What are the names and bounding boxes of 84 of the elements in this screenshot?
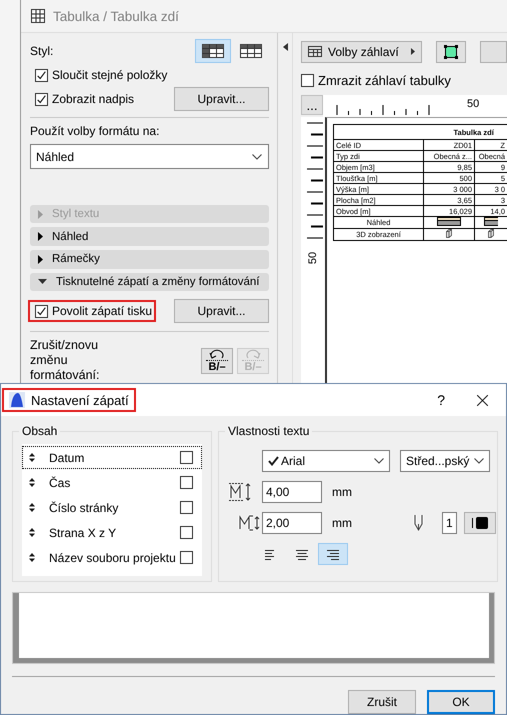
- apply-dropdown[interactable]: Náhled: [30, 144, 269, 169]
- table-style-icon: [240, 44, 262, 58]
- edit-button[interactable]: Upravit...: [174, 87, 269, 112]
- checkbox[interactable]: [180, 526, 193, 539]
- table-style-icon: [202, 44, 224, 58]
- checkbox[interactable]: [180, 476, 193, 489]
- dialog-title: Nastavení zápatí: [31, 392, 129, 408]
- checkbox-label[interactable]: Zobrazit nadpis: [52, 92, 134, 106]
- align-right-button[interactable]: [318, 543, 348, 565]
- expanded-triangle-icon: [38, 279, 47, 284]
- checkbox-label[interactable]: Sloučit stejné položky: [52, 68, 168, 82]
- group-title: Vlastnosti textu: [227, 424, 310, 438]
- checkbox-label[interactable]: Povolit zápatí tisku: [52, 304, 152, 318]
- pen-color-icon: [470, 516, 489, 530]
- edit-button[interactable]: Upravit...: [174, 299, 269, 324]
- checkbox[interactable]: [35, 304, 48, 318]
- collapse-arrow-icon[interactable]: [282, 43, 288, 51]
- unit-label: mm: [332, 485, 353, 499]
- wall-3d-icon: [446, 229, 452, 238]
- reorder-icon[interactable]: [29, 503, 35, 512]
- list-item[interactable]: Strana X z Y: [22, 521, 202, 544]
- undo-arrow-icon: [208, 348, 226, 360]
- select-frame-button[interactable]: [436, 40, 466, 62]
- submenu-arrow-icon: [410, 48, 415, 55]
- field-label: Styl:: [30, 44, 54, 58]
- section-header[interactable]: Náhled: [30, 227, 269, 246]
- header-options-button[interactable]: Volby záhlaví: [301, 40, 422, 62]
- cancel-button[interactable]: Zrušit: [348, 690, 416, 714]
- wall-preview-icon: [437, 217, 461, 226]
- collapsed-triangle-icon: [38, 210, 43, 219]
- section-header[interactable]: Tisknutelné zápatí a změny formátování: [30, 272, 269, 292]
- unit-label: mm: [332, 516, 353, 530]
- width-field[interactable]: 2,00: [262, 512, 322, 534]
- collapsed-triangle-icon: [38, 232, 43, 242]
- align-right-icon: [326, 548, 340, 560]
- pen-icon: [414, 515, 422, 531]
- ruler-label: 50: [307, 252, 319, 264]
- checkbox[interactable]: [35, 92, 48, 106]
- checkbox[interactable]: [35, 68, 48, 82]
- text-width-icon: [238, 514, 262, 532]
- checkbox[interactable]: [180, 501, 193, 514]
- field-label: Použít volby formátu na:: [30, 124, 160, 138]
- checkmark-icon: [268, 456, 279, 466]
- chevron-down-icon: [252, 154, 262, 160]
- pen-field[interactable]: 1: [442, 512, 457, 534]
- close-icon[interactable]: [477, 394, 488, 406]
- checkbox[interactable]: [180, 451, 193, 464]
- section-header[interactable]: Rámečky: [30, 250, 269, 269]
- chevron-down-icon: [474, 458, 484, 464]
- ok-button[interactable]: OK: [427, 690, 495, 714]
- text-height-icon: [228, 483, 252, 501]
- field-label: Zrušit/znovu změnu formátování:: [30, 338, 100, 383]
- collapsed-triangle-icon: [38, 254, 43, 264]
- script-dropdown[interactable]: Střed...pský: [400, 450, 490, 472]
- list-item[interactable]: Název souboru projektu: [22, 546, 202, 569]
- table-icon: [308, 46, 322, 57]
- reorder-icon[interactable]: [29, 553, 35, 562]
- list-item[interactable]: Číslo stránky: [22, 496, 202, 519]
- reorder-icon[interactable]: [29, 478, 35, 487]
- help-button[interactable]: ?: [437, 392, 445, 408]
- undo-format-button[interactable]: B/–: [201, 348, 233, 374]
- checkbox[interactable]: [180, 551, 193, 564]
- more-button[interactable]: ...: [301, 95, 323, 115]
- font-dropdown[interactable]: Arial: [262, 450, 390, 472]
- align-center-icon: [296, 548, 308, 560]
- list-item[interactable]: Čas: [22, 471, 202, 494]
- group-title: Obsah: [21, 424, 58, 438]
- pen-color-button[interactable]: [464, 512, 496, 534]
- reorder-icon[interactable]: [29, 528, 35, 537]
- app-icon: [9, 392, 25, 408]
- height-field[interactable]: 4,00: [262, 481, 322, 503]
- reorder-icon[interactable]: [29, 453, 35, 462]
- checkbox-label[interactable]: Zmrazit záhlaví tabulky: [318, 72, 451, 88]
- checkbox[interactable]: [301, 74, 314, 86]
- chevron-down-icon: [374, 458, 384, 464]
- frame-handles-icon: [444, 44, 458, 58]
- window-title: Tabulka / Tabulka zdí: [53, 8, 179, 24]
- ruler-label: 50: [467, 98, 480, 110]
- wall-preview-icon: [484, 217, 498, 226]
- redo-arrow-icon: [244, 348, 262, 360]
- wall-3d-icon: [488, 229, 494, 238]
- table-style-option[interactable]: [195, 39, 231, 64]
- list-item[interactable]: Datum: [22, 446, 202, 469]
- table-icon: [31, 9, 45, 23]
